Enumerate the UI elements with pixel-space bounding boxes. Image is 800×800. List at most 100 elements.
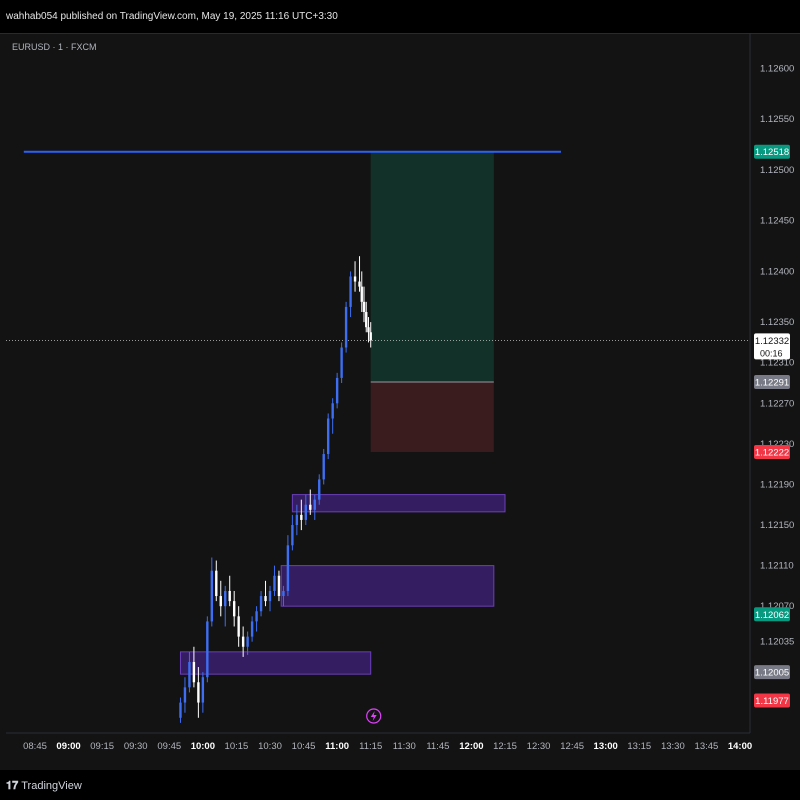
- candle-body: [367, 327, 370, 333]
- candle-body: [237, 616, 240, 637]
- x-tick-label: 09:45: [157, 741, 181, 752]
- candle-body: [349, 276, 352, 307]
- price-label: 1.12332: [755, 336, 789, 347]
- x-tick-label: 13:15: [627, 741, 651, 752]
- price-label: 1.12518: [755, 147, 789, 158]
- price-countdown: 00:16: [760, 348, 783, 358]
- candle-body: [282, 590, 285, 597]
- candle-body: [358, 281, 361, 287]
- candle-body: [250, 621, 254, 637]
- tradingview-logo-icon: 𝟏𝟕: [6, 780, 19, 792]
- candle-body: [331, 403, 334, 419]
- candle-body: [215, 570, 218, 597]
- x-tick-label: 09:00: [56, 741, 80, 752]
- lightning-icon-glyph: [370, 711, 377, 721]
- y-tick-label: 1.12500: [760, 165, 794, 176]
- y-tick-label: 1.12270: [760, 398, 794, 409]
- candle-body: [344, 306, 348, 348]
- long-position-profit-zone: [370, 151, 494, 382]
- candle-body: [273, 575, 276, 591]
- x-tick-label: 11:15: [359, 741, 382, 752]
- candle-body: [360, 286, 363, 302]
- candle-body: [369, 332, 372, 341]
- y-tick-label: 1.12450: [760, 216, 794, 227]
- candle-body: [255, 611, 258, 622]
- candle-body: [206, 621, 209, 678]
- long-position-stop-zone: [370, 381, 494, 452]
- candle-body: [228, 590, 231, 602]
- order-block-3: [179, 651, 372, 675]
- price-label: 1.12222: [755, 447, 789, 458]
- candle-body: [183, 687, 187, 703]
- x-tick-label: 10:15: [225, 741, 249, 752]
- candle-body: [179, 702, 182, 718]
- x-tick-label: 10:00: [191, 741, 215, 752]
- x-tick-label: 13:30: [661, 741, 685, 752]
- x-tick-label: 08:45: [23, 741, 47, 752]
- price-label: 1.11977: [755, 696, 789, 707]
- price-label: 1.12005: [755, 668, 789, 679]
- footer-bar: 𝟏𝟕 TradingView: [0, 770, 800, 800]
- candle-body: [318, 479, 321, 500]
- candle-body: [241, 636, 245, 647]
- x-tick-label: 13:45: [695, 741, 719, 752]
- price-label: 1.12291: [755, 377, 789, 388]
- y-tick-label: 1.12150: [760, 520, 794, 531]
- candle-body: [188, 661, 191, 688]
- order-block-2: [280, 565, 495, 607]
- candle-body: [304, 504, 308, 520]
- order-block-1: [291, 494, 506, 513]
- x-tick-label: 09:30: [124, 741, 148, 752]
- tradingview-brand: TradingView: [21, 780, 82, 792]
- candle-body: [268, 590, 272, 602]
- candle-body: [291, 525, 294, 546]
- candle-body: [197, 682, 200, 703]
- candle-body: [277, 575, 281, 597]
- x-tick-label: 10:45: [292, 741, 316, 752]
- candle-body: [259, 596, 263, 612]
- candle-body: [365, 311, 368, 328]
- candle-body: [192, 661, 196, 683]
- candle-body: [219, 596, 222, 607]
- x-tick-label: 11:00: [325, 741, 349, 752]
- publish-line: wahhab054 published on TradingView.com, …: [6, 11, 338, 22]
- symbol-label[interactable]: EURUSD · 1 · FXCM: [12, 42, 97, 52]
- candle-body: [224, 590, 227, 607]
- x-tick-label: 12:30: [527, 741, 551, 752]
- candle-body: [201, 677, 205, 703]
- candle-body: [322, 454, 325, 480]
- candle-body: [362, 301, 366, 312]
- x-tick-label: 09:15: [90, 741, 114, 752]
- x-tick-label: 12:15: [493, 741, 517, 752]
- x-tick-label: 14:00: [728, 741, 752, 752]
- candle-body: [340, 347, 343, 378]
- x-tick-label: 12:45: [560, 741, 584, 752]
- y-tick-label: 1.12350: [760, 317, 794, 328]
- x-tick-label: 12:00: [459, 741, 483, 752]
- candle-body: [286, 545, 290, 591]
- candle-body: [326, 418, 330, 455]
- tradingview-logo[interactable]: 𝟏𝟕 TradingView: [6, 780, 82, 793]
- publish-bar: wahhab054 published on TradingView.com, …: [0, 0, 800, 34]
- x-tick-label: 11:45: [426, 741, 449, 752]
- x-tick-label: 10:30: [258, 741, 282, 752]
- candle-body: [353, 276, 357, 282]
- candle-body: [295, 514, 299, 526]
- y-tick-label: 1.12035: [760, 637, 794, 648]
- candle-body: [232, 601, 236, 617]
- candlestick-chart[interactable]: 08:45 09:00 09:15 09:30 09:45 10:00 10:15 10:30…: [0, 33, 800, 769]
- y-tick-label: 1.12400: [760, 266, 794, 277]
- candle-body: [309, 504, 312, 510]
- candle-body: [246, 636, 249, 647]
- x-tick-label: 11:30: [393, 741, 416, 752]
- y-tick-label: 1.12190: [760, 479, 794, 490]
- y-tick-label: 1.12600: [760, 64, 794, 75]
- candle-body: [300, 514, 303, 520]
- y-tick-label: 1.12110: [760, 561, 794, 572]
- chart-frame[interactable]: 08:45 09:00 09:15 09:30 09:45 10:00 10:15 10:30…: [0, 33, 800, 769]
- candle-body: [264, 596, 267, 602]
- x-tick-label: 13:00: [594, 741, 618, 752]
- candle-body: [313, 499, 316, 510]
- candle-body: [210, 570, 214, 622]
- candle-body: [335, 377, 339, 404]
